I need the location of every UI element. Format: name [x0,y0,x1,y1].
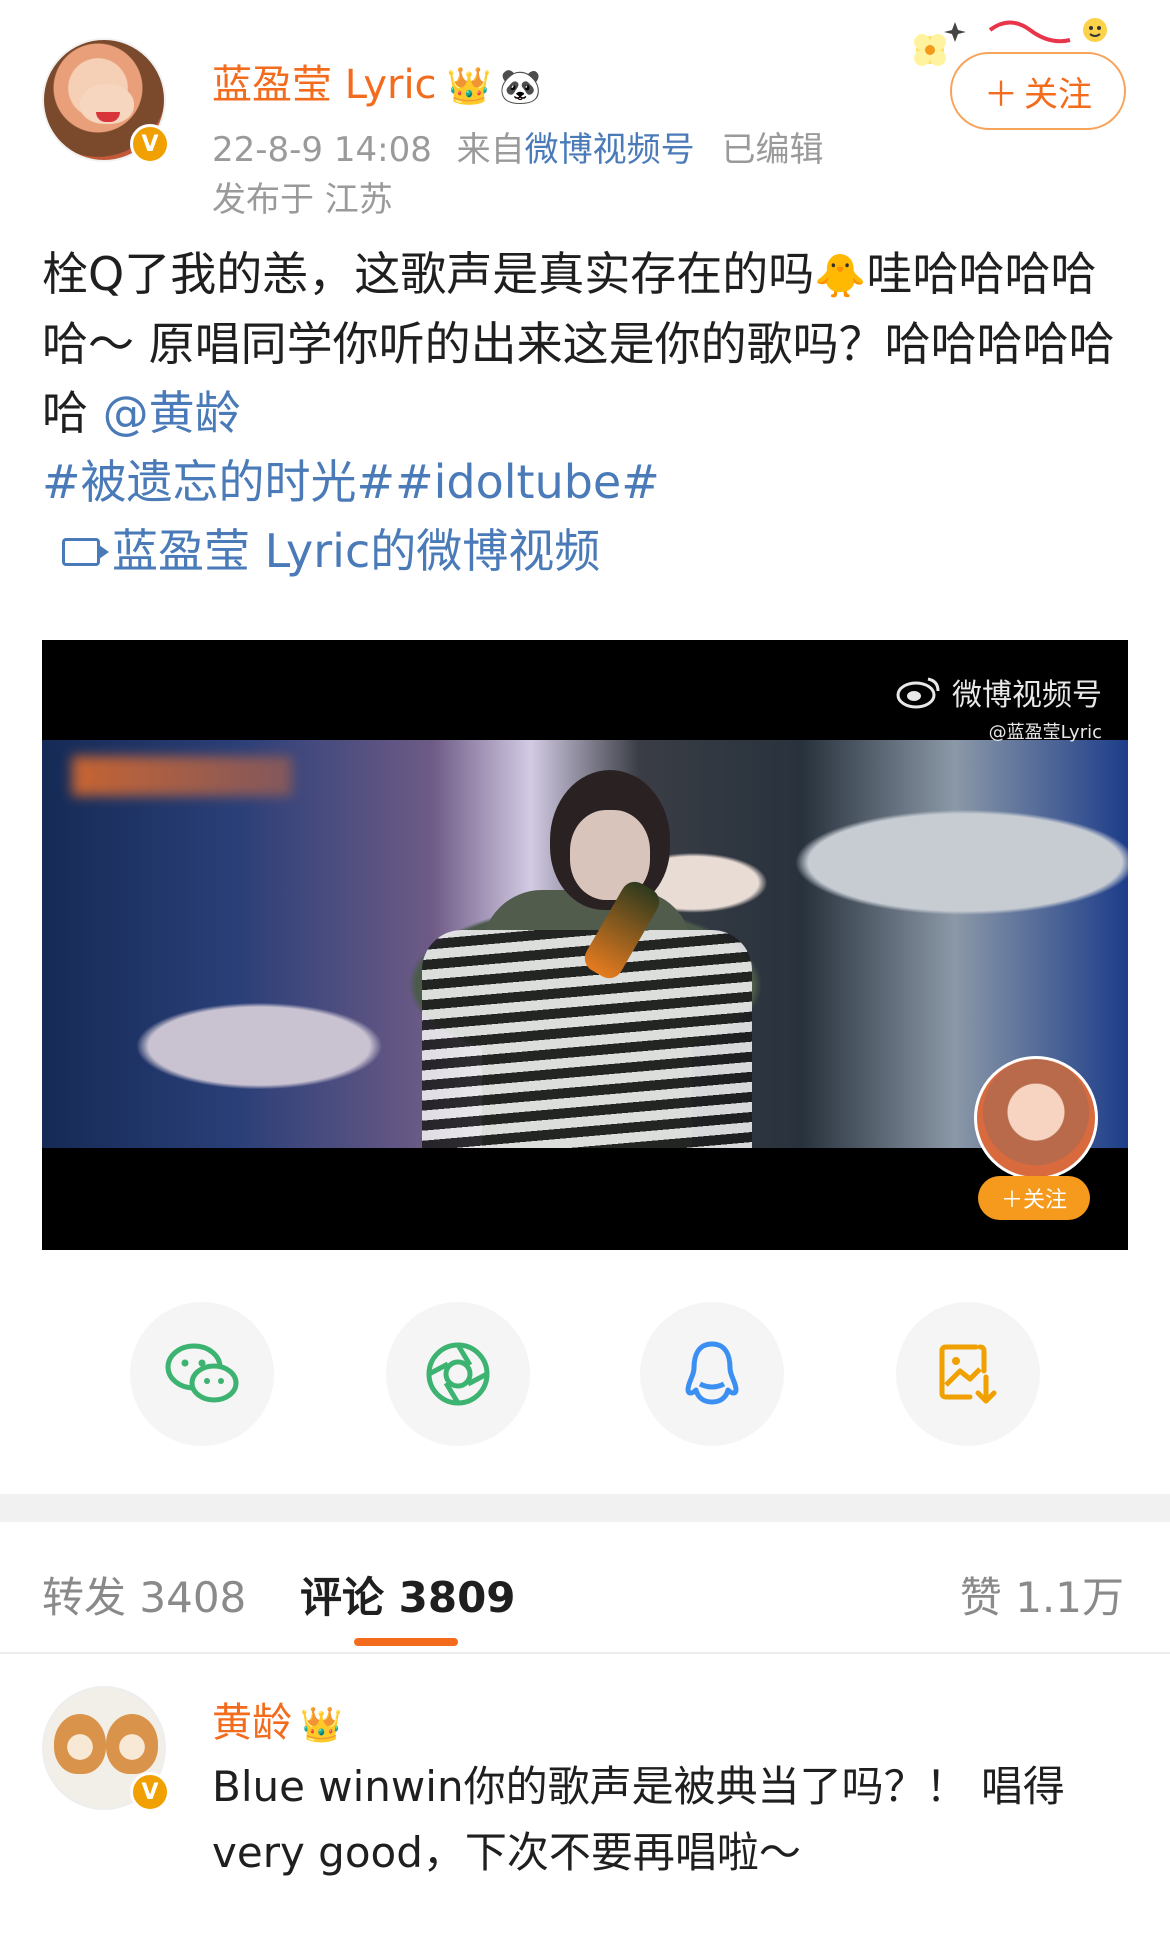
video-frame [42,740,1128,1148]
edited-label[interactable]: 已编辑 [721,130,823,170]
tab-repost[interactable]: 转发 3408 [42,1564,246,1625]
comment-text: Blue winwin你的歌声是被典当了吗？！ 唱得very good，下次不要… [212,1762,1065,1877]
post-text: 栓Q了我的恙，这歌声是真实存在的吗🐥哇哈哈哈哈哈～ 原唱同学你听的出来这是你的歌… [42,240,1132,448]
interaction-tabs: 转发 3408 评论 3809 赞 1.1万 [0,1522,1170,1654]
weibo-post-page: V 蓝盈莹 Lyric 👑 🐼 22-8-9 14:08 来自微博视频号 已编辑 发… [0,0,1170,1936]
source-prefix: 来自 [456,130,525,170]
watermark-title: 微博视频号 [952,678,1102,713]
video-watermark: 微博视频号 @蓝盈莹Lyric [896,670,1102,744]
author-name-text: 蓝盈莹 Lyric [212,62,437,108]
follow-plus-icon: ＋ [984,74,1018,115]
watermark-handle: @蓝盈莹Lyric [988,722,1102,743]
qq-icon [685,1341,739,1405]
moments-icon [426,1342,490,1406]
post-body: 栓Q了我的恙，这歌声是真实存在的吗🐥哇哈哈哈哈哈～ 原唱同学你听的出来这是你的歌… [42,240,1132,586]
commenter-name[interactable]: 黄龄 👑 [212,1690,342,1748]
source-link[interactable]: 微博视频号 [525,130,695,170]
author-name[interactable]: 蓝盈莹 Lyric 👑 🐼 [212,52,542,110]
video-link[interactable]: 蓝盈莹 Lyric的微博视频 [42,517,1132,586]
tab-repost-count: 3408 [139,1573,247,1622]
weibo-logo-icon [896,677,940,709]
share-moments-button[interactable] [386,1302,530,1446]
post-header: V 蓝盈莹 Lyric 👑 🐼 22-8-9 14:08 来自微博视频号 已编辑 发… [0,0,1170,220]
comment-item: V 黄龄 👑 Blue winwin你的歌声是被典当了吗？！ 唱得very goo… [0,1656,1170,1936]
video-follow-button[interactable]: ＋关注 [978,1176,1090,1220]
verified-badge: V [130,124,170,164]
panda-icon: 🐼 [499,67,542,107]
chick-emoji-icon: 🐥 [814,251,867,300]
hashtag-links[interactable]: #被遗忘的时光##idoltube# [42,448,1132,517]
tab-repost-label: 转发 [42,1573,127,1622]
commenter-avatar[interactable]: V [42,1686,170,1812]
crown-icon: 👑 [446,66,492,107]
share-wechat-button[interactable] [130,1302,274,1446]
video-camera-icon [62,537,109,566]
wechat-icon [165,1343,239,1403]
mention-link[interactable]: @黄龄 [103,386,241,440]
dog-left [54,1714,106,1774]
tab-comments-count: 3809 [398,1573,516,1622]
video-link-text: 蓝盈莹 Lyric的微博视频 [112,524,601,578]
post-timestamp: 22-8-9 14:08 [212,130,432,170]
video-author-avatar[interactable] [974,1056,1098,1180]
dog-right [106,1714,158,1774]
post-location: 发布于 江苏 [212,180,393,220]
follow-label: 关注 [1024,74,1092,115]
tab-comments-label: 评论 [300,1573,385,1622]
crown-icon: 👑 [300,1705,343,1745]
follow-button[interactable]: ＋ 关注 [950,52,1126,130]
share-qq-button[interactable] [640,1302,784,1446]
watermark-title-row: 微博视频号 [896,670,1102,714]
video-player[interactable]: 微博视频号 @蓝盈莹Lyric ＋关注 [42,640,1128,1250]
tab-likes-count: 1.1万 [1015,1573,1124,1622]
save-image-icon [939,1344,997,1404]
tab-likes-label: 赞 [959,1573,1002,1622]
share-row [0,1302,1170,1448]
save-image-button[interactable] [896,1302,1040,1446]
commenter-name-text: 黄龄 [212,1700,292,1746]
post-text-line: 栓Q了我的恙，这歌声是真实存在的吗 [42,247,815,301]
blurred-caption [72,756,292,796]
post-meta: 22-8-9 14:08 来自微博视频号 已编辑 [212,122,823,171]
author-avatar[interactable]: V [42,38,170,164]
tab-likes[interactable]: 赞 1.1万 [960,1564,1124,1625]
tab-comments[interactable]: 评论 3809 [300,1564,516,1625]
verified-badge: V [130,1772,170,1812]
section-divider [0,1494,1170,1522]
active-tab-indicator [354,1638,458,1646]
